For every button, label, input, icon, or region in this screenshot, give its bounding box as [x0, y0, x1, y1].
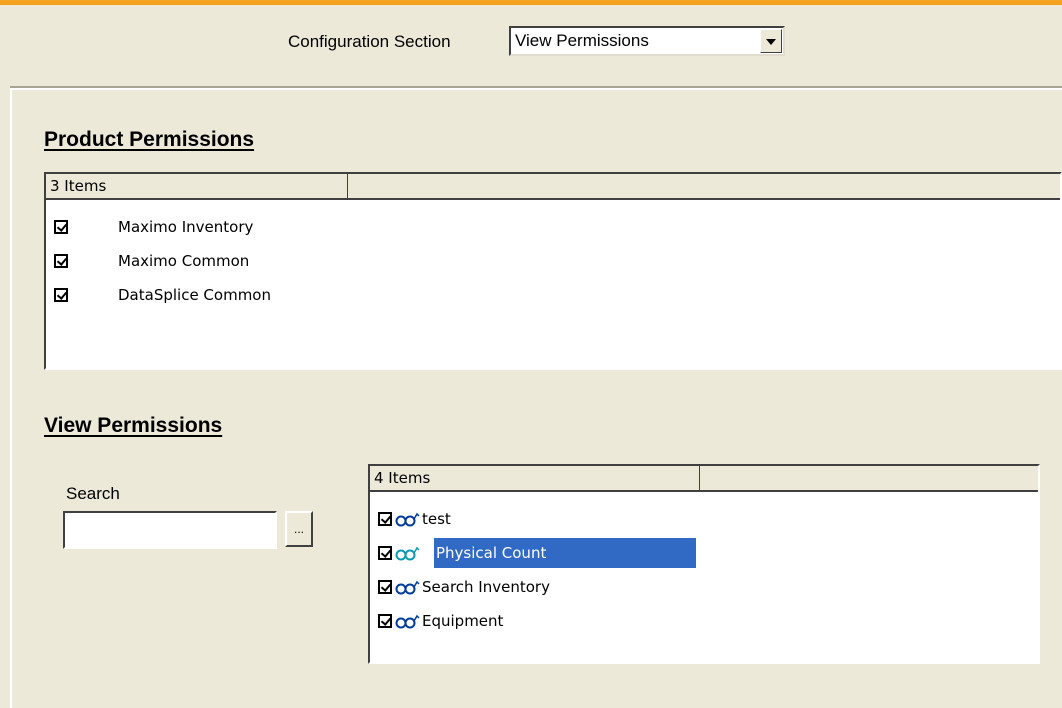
configuration-section-row: Configuration Section View Permissions	[0, 26, 1062, 62]
column-header-blank[interactable]	[700, 466, 1038, 490]
glasses-icon	[395, 580, 420, 595]
checkbox[interactable]	[378, 580, 392, 594]
list-item-selected[interactable]: Physical Count	[370, 538, 1030, 568]
list-item-label: Equipment	[422, 612, 504, 630]
list-item[interactable]: Search Inventory	[370, 572, 1030, 602]
configuration-section-label: Configuration Section	[288, 32, 451, 51]
glasses-icon	[395, 512, 420, 527]
view-permissions-list-header: 4 Items	[370, 466, 1038, 492]
checkbox[interactable]	[54, 288, 68, 302]
browse-button[interactable]: ...	[285, 511, 313, 547]
product-permissions-list[interactable]: 3 Items Maximo Inventory Maximo Common D…	[44, 172, 1062, 370]
column-header-items-count[interactable]: 3 Items	[46, 174, 348, 198]
search-input[interactable]	[63, 511, 277, 549]
checkbox[interactable]	[378, 512, 392, 526]
view-permissions-list[interactable]: 4 Items test Physical Count Search Inven…	[368, 464, 1040, 664]
top-accent-bar	[0, 0, 1062, 5]
column-header-blank[interactable]	[348, 174, 1060, 198]
list-item[interactable]: test	[370, 504, 1030, 534]
view-permissions-title: View Permissions	[44, 414, 223, 437]
list-item-label: DataSplice Common	[118, 286, 271, 304]
list-item[interactable]: DataSplice Common	[46, 280, 1046, 310]
configuration-section-value: View Permissions	[515, 31, 649, 50]
product-permissions-list-header: 3 Items	[46, 174, 1060, 200]
list-item-label: Physical Count	[434, 538, 696, 568]
configuration-section-dropdown[interactable]: View Permissions	[509, 26, 785, 56]
checkbox[interactable]	[378, 546, 392, 560]
glasses-icon	[395, 614, 420, 629]
list-item-label: test	[422, 510, 451, 528]
list-item[interactable]: Equipment	[370, 606, 1030, 636]
column-header-items-count[interactable]: 4 Items	[370, 466, 700, 490]
list-item[interactable]: Maximo Common	[46, 246, 1046, 276]
chevron-down-icon[interactable]	[760, 29, 782, 53]
glasses-icon	[395, 546, 420, 561]
product-permissions-title: Product Permissions	[44, 128, 255, 151]
list-item[interactable]: Maximo Inventory	[46, 212, 1046, 242]
list-item-label: Maximo Common	[118, 252, 250, 270]
search-label: Search	[66, 484, 120, 503]
list-item-label: Maximo Inventory	[118, 218, 254, 236]
list-item-label: Search Inventory	[422, 578, 550, 596]
checkbox[interactable]	[54, 220, 68, 234]
checkbox[interactable]	[54, 254, 68, 268]
checkbox[interactable]	[378, 614, 392, 628]
